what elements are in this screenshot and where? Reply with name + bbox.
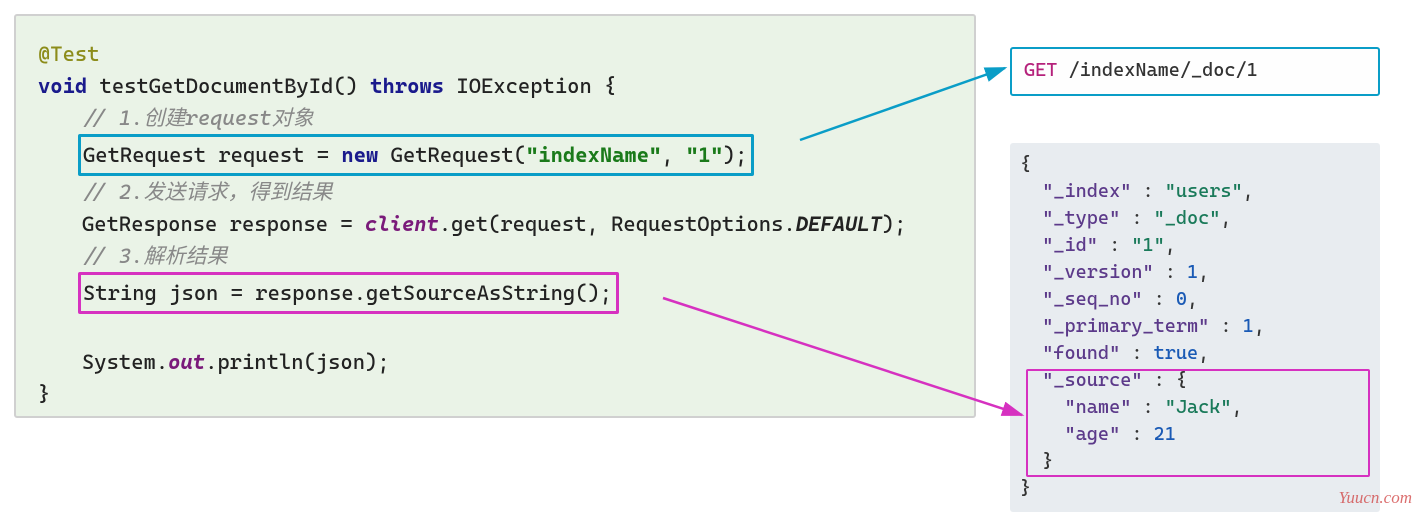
code-close-brace: } [38, 378, 952, 410]
code-getresponse-line: GetResponse response = client.get(reques… [38, 208, 952, 240]
code-getrequest-line: GetRequest request = new GetRequest("ind… [38, 134, 952, 176]
http-method: GET [1024, 59, 1069, 81]
watermark: Yuucn.com [1338, 488, 1412, 508]
code-signature: void testGetDocumentById() throws IOExce… [38, 70, 952, 102]
code-blank [38, 314, 952, 346]
code-json-line: String json = response.getSourceAsString… [38, 272, 952, 314]
json-response-panel: { "_index" : "users", "_type" : "_doc", … [1010, 143, 1380, 512]
http-get-panel: GET /indexName/_doc/1 [1010, 47, 1380, 96]
code-comment-1: // 1.创建request对象 [38, 102, 952, 134]
code-comment-3: // 3.解析结果 [38, 240, 952, 272]
java-code-panel: @Test void testGetDocumentById() throws … [14, 14, 976, 418]
code-println-line: System.out.println(json); [38, 346, 952, 378]
code-annotation: @Test [38, 38, 952, 70]
http-url: /indexName/_doc/1 [1069, 59, 1258, 81]
code-comment-2: // 2.发送请求，得到结果 [38, 176, 952, 208]
